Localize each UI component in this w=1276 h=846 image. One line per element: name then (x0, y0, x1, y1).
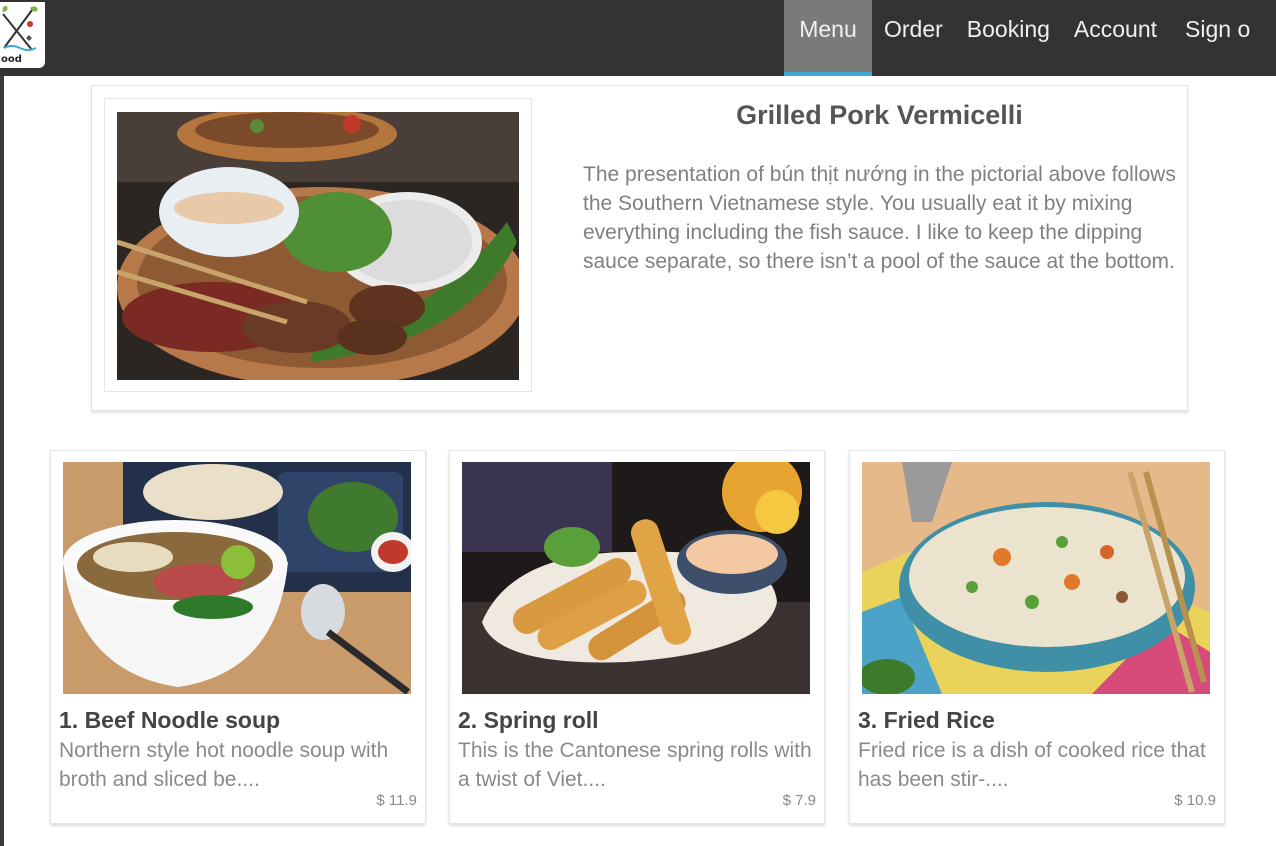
featured-dish-title: Grilled Pork Vermicelli (736, 100, 1023, 130)
featured-dish-image-frame (104, 98, 532, 392)
menu-item-title[interactable]: 3. Fried Rice (858, 707, 995, 734)
menu-item-price: $ 11.9 (376, 792, 417, 809)
brand-logo[interactable]: ood (0, 2, 45, 68)
menu-item-card[interactable]: 3. Fried Rice Fried rice is a dish of co… (849, 450, 1225, 824)
menu-item-title[interactable]: 1. Beef Noodle soup (59, 707, 280, 734)
logo-text: ood (1, 54, 22, 65)
nav-order[interactable]: Order (872, 0, 955, 76)
menu-item-description: Northern style hot noodle soup with brot… (59, 739, 389, 791)
featured-dish-description: The presentation of bún thịt nướng in th… (583, 163, 1176, 273)
menu-item-price: $ 7.9 (782, 792, 816, 809)
menu-item-title[interactable]: 2. Spring roll (458, 707, 599, 734)
beef-noodle-soup-photo[interactable] (63, 462, 411, 694)
spring-roll-photo[interactable] (462, 462, 810, 694)
menu-item-price: $ 10.9 (1174, 792, 1216, 809)
nav-booking[interactable]: Booking (955, 0, 1062, 76)
window-edge (0, 76, 4, 846)
nav-menu[interactable]: Menu (784, 0, 872, 76)
top-navbar: ood Menu Order Booking Account Sign ou (0, 0, 1276, 76)
grilled-pork-vermicelli-photo[interactable] (117, 112, 519, 380)
menu-item-description: Fried rice is a dish of cooked rice that… (858, 739, 1206, 791)
menu-item-card[interactable]: 2. Spring roll This is the Cantonese spr… (449, 450, 825, 824)
main-nav: Menu Order Booking Account Sign ou (784, 0, 1251, 76)
featured-dish-card: Grilled Pork Vermicelli The presentation… (91, 85, 1188, 411)
fried-rice-photo[interactable] (862, 462, 1210, 694)
menu-item-card[interactable]: 1. Beef Noodle soup Northern style hot n… (50, 450, 426, 824)
nav-account[interactable]: Account (1062, 0, 1169, 76)
menu-item-description: This is the Cantonese spring rolls with … (458, 739, 812, 791)
nav-sign-out[interactable]: Sign ou (1169, 0, 1251, 76)
